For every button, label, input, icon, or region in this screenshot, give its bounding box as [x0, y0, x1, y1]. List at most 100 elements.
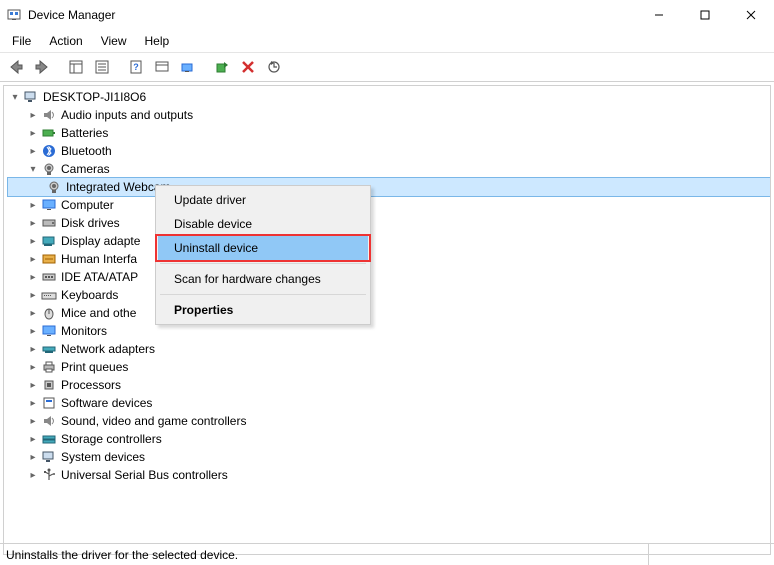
chevron-right-icon[interactable]: ▸	[26, 216, 40, 230]
tree-label: Bluetooth	[61, 144, 112, 158]
usb-icon	[41, 467, 57, 483]
menu-help[interactable]: Help	[137, 32, 178, 50]
context-menu-separator	[160, 294, 366, 295]
storage-icon	[41, 431, 57, 447]
tree-item-usb[interactable]: ▸ Universal Serial Bus controllers	[8, 466, 770, 484]
ctx-uninstall-device[interactable]: Uninstall device	[158, 236, 368, 260]
tree-label: Monitors	[61, 324, 107, 338]
chevron-right-icon[interactable]: ▸	[26, 108, 40, 122]
tree-item-ide-ata[interactable]: ▸ IDE ATA/ATAP	[8, 268, 770, 286]
chevron-right-icon[interactable]: ▸	[26, 324, 40, 338]
chevron-right-icon[interactable]: ▸	[26, 468, 40, 482]
action-button[interactable]	[150, 56, 174, 78]
ctx-disable-device[interactable]: Disable device	[158, 212, 368, 236]
tree-label: Universal Serial Bus controllers	[61, 468, 228, 482]
tree-root[interactable]: ▾ DESKTOP-JI1I8O6	[8, 88, 770, 106]
speaker-icon	[41, 413, 57, 429]
cpu-icon	[41, 377, 57, 393]
chevron-right-icon[interactable]: ▸	[26, 270, 40, 284]
tree-label: Mice and othe	[61, 306, 136, 320]
statusbar: Uninstalls the driver for the selected d…	[0, 543, 774, 565]
tree-item-cameras[interactable]: ▾ Cameras	[8, 160, 770, 178]
ide-icon	[41, 269, 57, 285]
tree-label: Keyboards	[61, 288, 118, 302]
monitor-icon	[41, 197, 57, 213]
update-driver-button[interactable]	[176, 56, 200, 78]
tree-label: Software devices	[61, 396, 152, 410]
back-button[interactable]	[4, 56, 28, 78]
tree-item-bluetooth[interactable]: ▸ Bluetooth	[8, 142, 770, 160]
system-icon	[41, 449, 57, 465]
tree-item-integrated-webcam[interactable]: Integrated Webcam	[8, 178, 770, 196]
software-icon	[41, 395, 57, 411]
window-title: Device Manager	[28, 8, 636, 22]
printer-icon	[41, 359, 57, 375]
menu-view[interactable]: View	[93, 32, 135, 50]
tree-label: Human Interfa	[61, 252, 137, 266]
chevron-right-icon[interactable]: ▸	[26, 450, 40, 464]
monitor-icon	[41, 323, 57, 339]
chevron-right-icon[interactable]: ▸	[26, 360, 40, 374]
tree-item-mice[interactable]: ▸ Mice and othe	[8, 304, 770, 322]
menu-action[interactable]: Action	[41, 32, 90, 50]
chevron-right-icon[interactable]: ▸	[26, 144, 40, 158]
tree-item-computer[interactable]: ▸ Computer	[8, 196, 770, 214]
minimize-button[interactable]	[636, 0, 682, 30]
chevron-right-icon[interactable]: ▸	[26, 414, 40, 428]
chevron-right-icon[interactable]: ▸	[26, 234, 40, 248]
tree-label: Display adapte	[61, 234, 140, 248]
tree-item-network[interactable]: ▸ Network adapters	[8, 340, 770, 358]
tree-item-storage[interactable]: ▸ Storage controllers	[8, 430, 770, 448]
tree-label: Audio inputs and outputs	[61, 108, 193, 122]
hid-icon	[41, 251, 57, 267]
chevron-right-icon[interactable]: ▸	[26, 288, 40, 302]
enable-device-button[interactable]	[210, 56, 234, 78]
tree-item-sound-video[interactable]: ▸ Sound, video and game controllers	[8, 412, 770, 430]
tree-item-system[interactable]: ▸ System devices	[8, 448, 770, 466]
chevron-right-icon[interactable]: ▸	[26, 126, 40, 140]
status-text: Uninstalls the driver for the selected d…	[6, 548, 648, 562]
chevron-right-icon[interactable]: ▸	[26, 378, 40, 392]
keyboard-icon	[41, 287, 57, 303]
ctx-scan-hardware[interactable]: Scan for hardware changes	[158, 267, 368, 291]
chevron-right-icon[interactable]: ▸	[26, 252, 40, 266]
chevron-right-icon[interactable]: ▸	[26, 396, 40, 410]
chevron-right-icon[interactable]: ▸	[26, 342, 40, 356]
chevron-right-icon[interactable]: ▸	[26, 432, 40, 446]
tree-label: System devices	[61, 450, 145, 464]
ctx-properties[interactable]: Properties	[158, 298, 368, 322]
tree-item-batteries[interactable]: ▸ Batteries	[8, 124, 770, 142]
chevron-down-icon[interactable]: ▾	[8, 90, 22, 104]
uninstall-device-button[interactable]	[236, 56, 260, 78]
show-hide-tree-button[interactable]	[64, 56, 88, 78]
tree-item-disk-drives[interactable]: ▸ Disk drives	[8, 214, 770, 232]
tree-item-keyboards[interactable]: ▸ Keyboards	[8, 286, 770, 304]
chevron-right-icon[interactable]: ▸	[26, 198, 40, 212]
tree-item-audio[interactable]: ▸ Audio inputs and outputs	[8, 106, 770, 124]
close-button[interactable]	[728, 0, 774, 30]
menu-file[interactable]: File	[4, 32, 39, 50]
forward-button[interactable]	[30, 56, 54, 78]
properties-button[interactable]	[90, 56, 114, 78]
camera-icon	[46, 179, 62, 195]
tree-label: Cameras	[61, 162, 110, 176]
tree-label: IDE ATA/ATAP	[61, 270, 138, 284]
tree-item-processors[interactable]: ▸ Processors	[8, 376, 770, 394]
maximize-button[interactable]	[682, 0, 728, 30]
tree-item-software-devices[interactable]: ▸ Software devices	[8, 394, 770, 412]
help-button[interactable]: ?	[124, 56, 148, 78]
scan-hardware-button[interactable]	[262, 56, 286, 78]
chevron-right-icon[interactable]: ▸	[26, 306, 40, 320]
context-menu-separator	[160, 263, 366, 264]
chevron-down-icon[interactable]: ▾	[26, 162, 40, 176]
computer-icon	[23, 89, 39, 105]
titlebar: Device Manager	[0, 0, 774, 30]
tree-item-monitors[interactable]: ▸ Monitors	[8, 322, 770, 340]
device-tree[interactable]: ▾ DESKTOP-JI1I8O6 ▸ Audio inputs and out…	[4, 86, 770, 484]
tree-item-hid[interactable]: ▸ Human Interfa	[8, 250, 770, 268]
battery-icon	[41, 125, 57, 141]
ctx-update-driver[interactable]: Update driver	[158, 188, 368, 212]
tree-item-display-adapters[interactable]: ▸ Display adapte	[8, 232, 770, 250]
tree-item-print-queues[interactable]: ▸ Print queues	[8, 358, 770, 376]
context-menu: Update driver Disable device Uninstall d…	[155, 185, 371, 325]
